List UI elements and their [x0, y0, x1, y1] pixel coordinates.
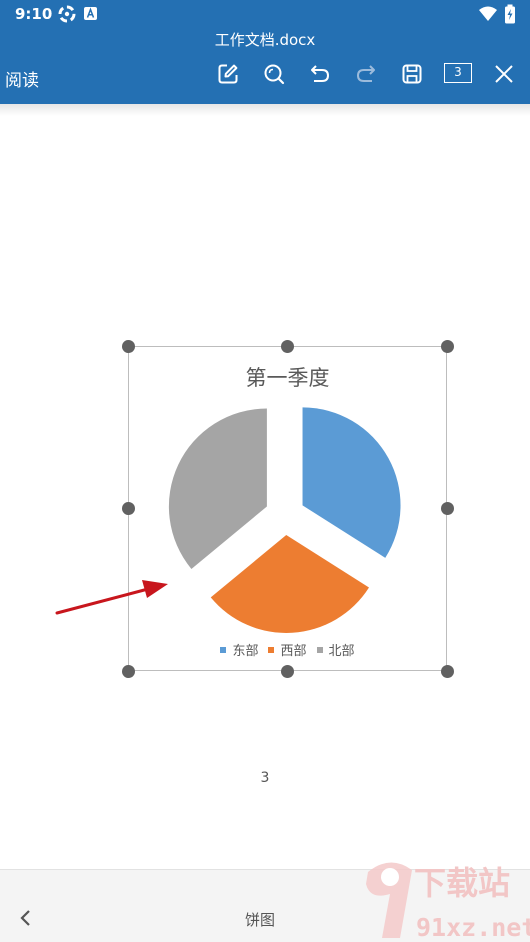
pie-slice-1: [302, 407, 401, 558]
legend-swatch: [316, 646, 323, 653]
legend-item: 西部: [268, 640, 307, 659]
site-watermark-logo: 下载站 91xz.net: [366, 862, 530, 940]
pie-slice-3: [168, 408, 267, 569]
legend-label: 北部: [328, 644, 355, 659]
legend-swatch: [268, 646, 275, 653]
annotation-arrow: [55, 580, 168, 615]
watermark-title: 下载站: [414, 864, 510, 902]
pie-chart: [55, 407, 401, 633]
legend-swatch: [220, 646, 227, 653]
legend-item: 东部: [220, 640, 258, 659]
legend-label: 东部: [232, 644, 259, 659]
chart-legend: 东部 西部 北部: [128, 640, 447, 659]
page-number: 3: [260, 770, 270, 786]
pie-slice-2: [210, 534, 369, 633]
watermark-url: 91xz.net: [416, 913, 530, 940]
legend-item: 北部: [316, 640, 355, 659]
legend-label: 西部: [280, 644, 307, 659]
